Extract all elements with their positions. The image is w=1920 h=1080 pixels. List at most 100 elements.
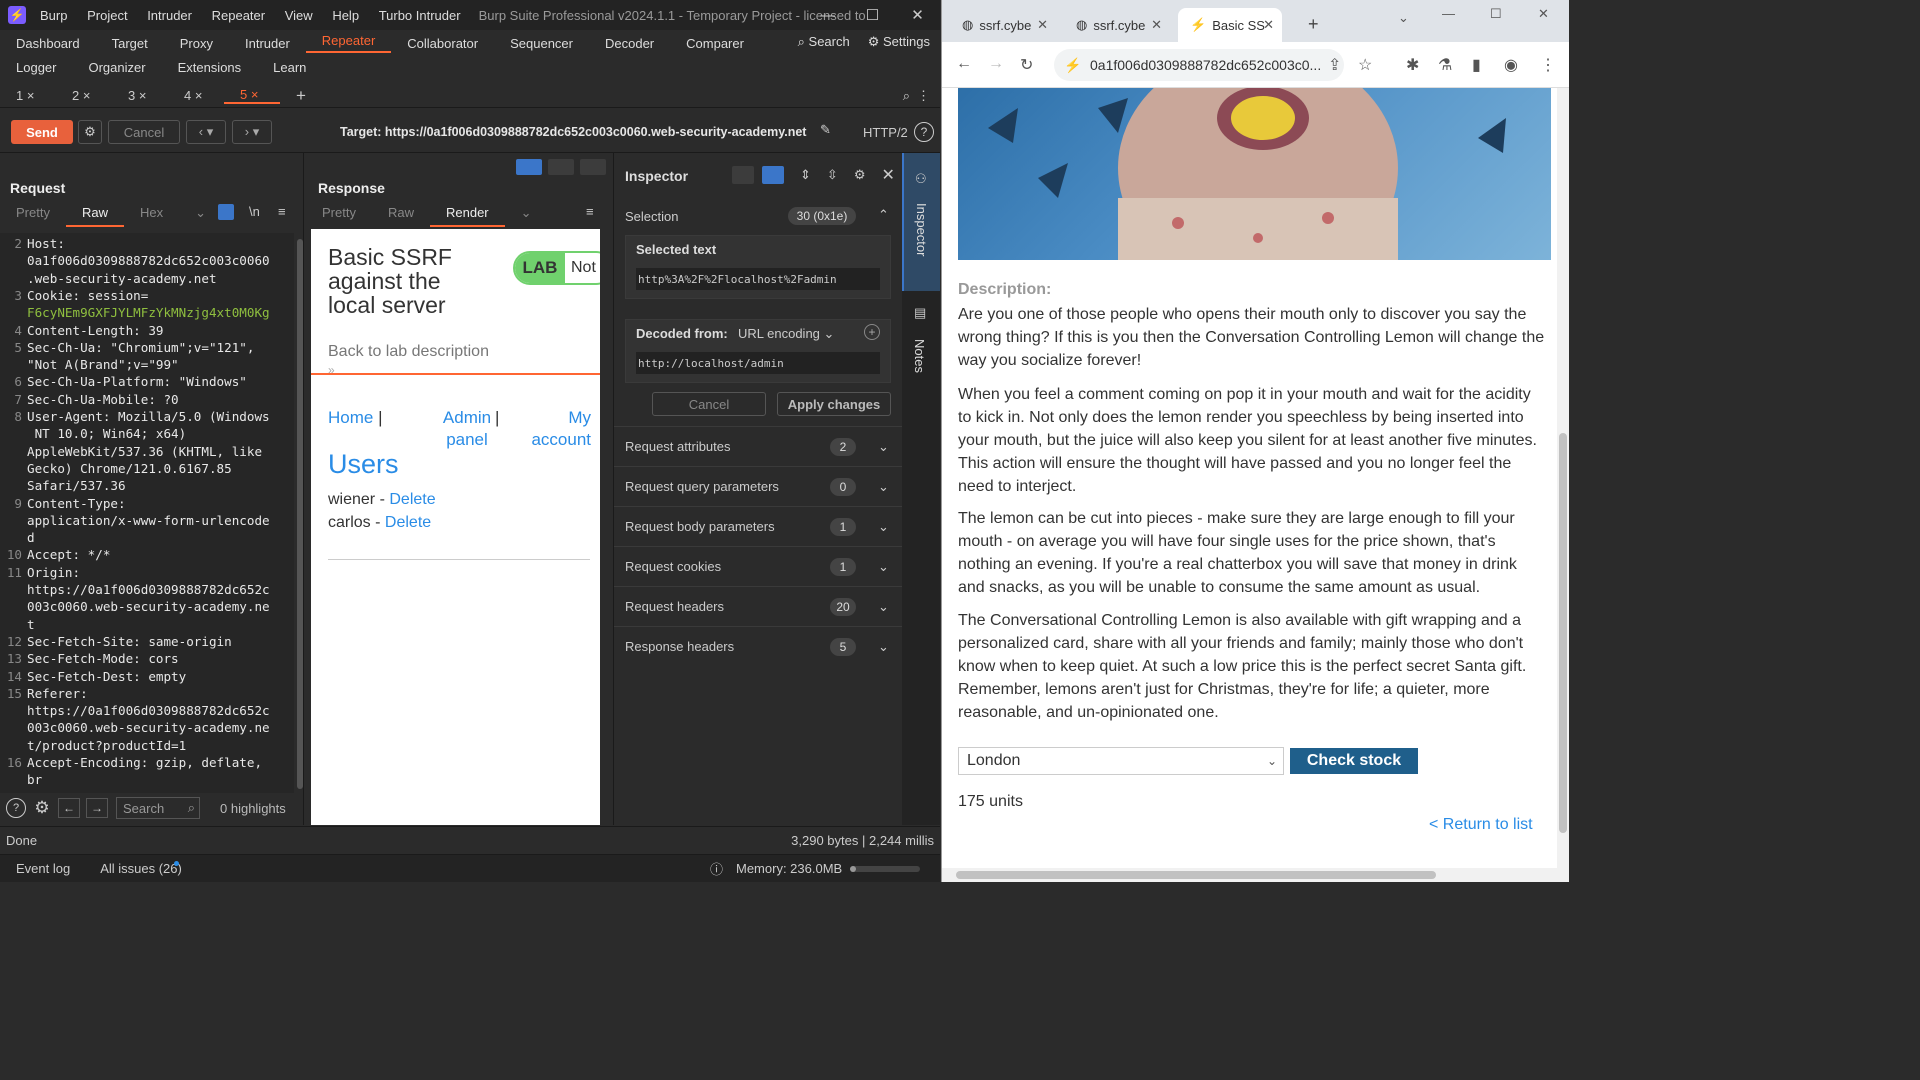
request-scrollbar[interactable] [297,239,303,789]
search-settings-gear-icon[interactable]: ⚙ [32,798,52,818]
tab-search-icon[interactable]: ⌄ [1398,10,1409,26]
request-line[interactable]: AppleWebKit/537.36 (KHTML, like [27,443,293,460]
tab-intruder[interactable]: Intruder [229,36,306,51]
tab-organizer[interactable]: Organizer [72,60,161,75]
inspector-cancel-button[interactable]: Cancel [652,392,766,416]
store-location-select[interactable]: London ⌄ [958,747,1284,775]
request-line[interactable]: 003c0060.web-security-academy.ne [27,598,293,615]
inspector-close-icon[interactable]: ✕ [881,165,894,185]
tab-dashboard[interactable]: Dashboard [0,36,96,51]
menu-turbo-intruder[interactable]: Turbo Intruder [379,8,461,23]
repeater-tab-3[interactable]: 3 × [112,88,168,103]
request-line[interactable]: 003c0060.web-security-academy.ne [27,719,293,736]
repeater-tab-1[interactable]: 1 × [0,88,56,103]
tab-logger[interactable]: Logger [0,60,72,75]
apply-changes-button[interactable]: Apply changes [777,392,891,416]
tab-close-icon[interactable]: ✕ [1037,17,1048,33]
request-line[interactable]: Content-Length: 39 [27,322,293,339]
repeater-tab-4[interactable]: 4 × [168,88,224,103]
request-line[interactable]: Sec-Ch-Ua-Platform: "Windows" [27,373,293,390]
layout-stacked-icon[interactable] [548,159,574,175]
nav-account-link[interactable]: My account [525,407,591,451]
request-line[interactable]: F6cyNEm9GXFJYLMFzYkMNzjg4xt0M0Kg [27,304,293,321]
chrome-menu-icon[interactable]: ⋮ [1540,55,1556,75]
menu-help[interactable]: Help [332,8,359,23]
selected-text-value[interactable]: http%3A%2F%2Flocalhost%2Fadmin [636,268,880,290]
request-line[interactable]: Cookie: session= [27,287,293,304]
decoding-select[interactable]: URL encoding ⌄ [738,326,834,342]
inspector-section-row[interactable]: Request cookies 1 ⌄ [614,546,902,586]
url-input[interactable]: ⚡ 0a1f006d0309888782dc652c003c0... [1054,49,1344,81]
forward-icon[interactable]: → [988,55,1004,73]
close-icon[interactable]: ✕ [1538,6,1549,22]
inspector-layout-left-icon[interactable] [732,166,754,184]
tab-proxy[interactable]: Proxy [164,36,229,51]
delete-wiener-link[interactable]: Delete [389,491,435,508]
chevron-up-icon[interactable]: ⌃ [878,207,889,223]
inspector-section-row[interactable]: Request attributes 2 ⌄ [614,426,902,466]
request-line[interactable]: Host: [27,235,293,252]
request-line[interactable]: Safari/537.36 [27,477,293,494]
request-line[interactable]: "Not A(Brand";v="99" [27,356,293,373]
request-search-input[interactable]: Search ⌕ [116,797,200,819]
minimize-icon[interactable]: — [1442,6,1455,21]
tab-learn[interactable]: Learn [257,60,322,75]
chrome-tab-2[interactable]: ◍ ssrf.cybe ✕ [1064,8,1170,42]
send-button[interactable]: Send [11,120,73,144]
request-line[interactable]: Sec-Ch-Ua-Mobile: ?0 [27,391,293,408]
request-line[interactable]: Referer: [27,685,293,702]
tab-sequencer[interactable]: Sequencer [494,36,589,51]
request-line[interactable]: d [27,529,293,546]
dock-tab-inspector[interactable]: ⚇ Inspector [902,153,940,291]
menu-view[interactable]: View [285,8,313,23]
menu-repeater[interactable]: Repeater [212,8,265,23]
response-tab-pretty[interactable]: Pretty [306,205,372,227]
request-line[interactable]: .web-security-academy.net [27,270,293,287]
menu-lines-icon[interactable]: ≡ [278,204,286,219]
tab-repeater[interactable]: Repeater [305,33,392,53]
collapse-all-icon[interactable]: ⇳ [827,167,838,183]
inspector-layout-right-icon[interactable] [762,166,784,184]
layout-tabs-icon[interactable] [580,159,606,175]
extensions-icon[interactable]: ✱ [1406,55,1419,75]
chrome-tab-1[interactable]: ◍ ssrf.cybe ✕ [950,8,1056,42]
tab-close-icon[interactable]: ✕ [1151,17,1162,33]
more-vert-icon[interactable]: ⋮ [917,88,930,104]
request-line[interactable]: t [27,616,293,633]
newline-toggle-icon[interactable]: \n [249,204,260,219]
inspector-section-row[interactable]: Request body parameters 1 ⌄ [614,506,902,546]
response-tab-render[interactable]: Render [429,205,505,227]
inspector-section-row[interactable]: Request query parameters 0 ⌄ [614,466,902,506]
request-tab-raw[interactable]: Raw [65,205,124,227]
inspector-section-row[interactable]: Request headers 20 ⌄ [614,586,902,626]
request-editor[interactable]: 2 Host: 0a1f006d0309888782dc652c003c0060 .w… [0,233,294,793]
close-icon[interactable]: ✕ [895,0,940,30]
request-line[interactable]: Sec-Fetch-Site: same-origin [27,633,293,650]
cancel-button[interactable]: Cancel [108,120,180,144]
request-line[interactable]: 0a1f006d0309888782dc652c003c0060 [27,252,293,269]
delete-carlos-link[interactable]: Delete [385,514,431,531]
decoded-value[interactable]: http://localhost/admin [636,352,880,374]
tab-target[interactable]: Target [96,36,164,51]
request-line[interactable]: Origin: [27,564,293,581]
check-stock-button[interactable]: Check stock [1290,748,1418,774]
wrap-lines-icon[interactable] [218,204,234,220]
expand-all-icon[interactable]: ⇕ [800,167,811,183]
request-line[interactable]: Sec-Fetch-Mode: cors [27,650,293,667]
tab-extensions[interactable]: Extensions [162,60,258,75]
back-to-description-link[interactable]: Back to lab description [328,343,489,361]
nav-home-link[interactable]: Home | [328,407,383,429]
reload-icon[interactable]: ↻ [1020,55,1033,75]
menu-lines-icon[interactable]: ≡ [586,204,594,219]
http-version[interactable]: HTTP/2 [863,125,908,140]
search-button[interactable]: ⌕ Search [798,34,850,50]
response-tab-raw[interactable]: Raw [372,205,430,227]
back-history-button[interactable]: ‹ ▾ [186,120,226,144]
flask-icon[interactable]: ⚗ [1438,55,1452,75]
request-line[interactable]: Sec-Ch-Ua: "Chromium";v="121", [27,339,293,356]
tab-comparer[interactable]: Comparer [670,36,760,51]
request-line[interactable]: Accept: */* [27,546,293,563]
profile-avatar-icon[interactable]: ◉ [1504,55,1518,75]
star-icon[interactable]: ☆ [1358,55,1372,75]
menu-project[interactable]: Project [87,8,127,23]
